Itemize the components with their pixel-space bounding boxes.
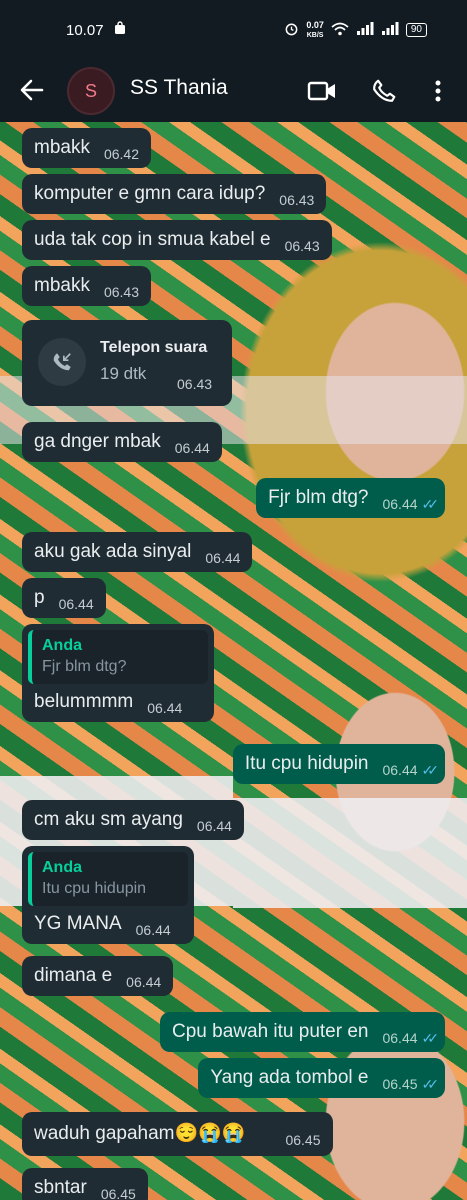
video-call-icon[interactable] (305, 74, 339, 108)
quote-text: Itu cpu hidupin (42, 880, 147, 897)
message-outgoing[interactable]: Cpu bawah itu puter en 06.44 ✓✓ (160, 1012, 445, 1052)
message-incoming[interactable]: mbakk 06.42 (22, 128, 152, 168)
read-ticks-icon: ✓✓ (421, 1076, 440, 1092)
message-incoming[interactable]: aku gak ada sinyal 06.44 (22, 532, 253, 572)
chat-header: S SS Thania (0, 60, 467, 122)
missed-call-icon (38, 338, 86, 386)
quoted-message[interactable]: Anda Fjr blm dtg? (28, 630, 208, 684)
message-outgoing[interactable]: Yang ada tombol e 06.45 ✓✓ (198, 1058, 445, 1098)
reply-message[interactable]: Anda Fjr blm dtg? belummmm 06.44 (22, 624, 214, 722)
message-incoming[interactable]: p 06.44 (22, 578, 106, 618)
call-duration: 19 dtk (100, 364, 147, 383)
wifi-icon (331, 22, 349, 39)
read-ticks-icon: ✓✓ (421, 1030, 440, 1046)
more-options-icon[interactable] (421, 74, 455, 108)
back-arrow-icon[interactable] (18, 76, 46, 104)
read-ticks-icon: ✓✓ (421, 496, 440, 512)
battery-indicator: 90 (405, 23, 427, 37)
message-incoming[interactable]: komputer e gmn cara idup? 06.43 (22, 174, 327, 214)
status-bar: 10.07 0.07 KB/S 90 (0, 0, 467, 60)
signal-icon-2 (381, 22, 399, 38)
message-incoming[interactable]: uda tak cop in smua kabel e 06.43 (22, 220, 332, 260)
message-outgoing[interactable]: Itu cpu hidupin 06.44 ✓✓ (232, 744, 445, 784)
quote-text: Fjr blm dtg? (42, 658, 127, 675)
wallpaper-band (233, 798, 467, 908)
voice-call-message[interactable]: Telepon suara 19 dtk 06.43 (22, 320, 232, 406)
message-incoming[interactable]: dimana e 06.44 (22, 956, 174, 996)
phone-call-icon[interactable] (367, 74, 401, 108)
call-title: Telepon suara (100, 339, 208, 356)
alarm-icon (284, 21, 299, 39)
status-time: 10.07 (66, 21, 104, 39)
quoted-message[interactable]: Anda Itu cpu hidupin (28, 852, 188, 906)
message-incoming[interactable]: waduh gapaham😌😭😭 06.45 (22, 1112, 333, 1156)
quote-author: Anda (42, 859, 82, 876)
network-speed: 0.07 KB/S (306, 19, 324, 39)
chat-area[interactable]: mbakk 06.42 komputer e gmn cara idup? 06.4… (0, 122, 467, 1200)
shopping-bag-icon (114, 21, 126, 39)
contact-name[interactable]: SS Thania (130, 76, 228, 100)
quote-author: Anda (42, 637, 82, 654)
message-incoming[interactable]: mbakk 06.43 (22, 266, 152, 306)
message-incoming[interactable]: cm aku sm ayang 06.44 (22, 800, 244, 840)
message-outgoing[interactable]: Fjr blm dtg? 06.44 ✓✓ (256, 478, 445, 518)
message-time: 06.43 (177, 376, 213, 392)
signal-icon (356, 22, 374, 38)
read-ticks-icon: ✓✓ (421, 762, 440, 778)
message-incoming[interactable]: ga dnger mbak 06.44 (22, 422, 222, 462)
avatar[interactable]: S (67, 67, 115, 115)
message-incoming[interactable]: sbntar 06.45 (22, 1168, 148, 1200)
reply-message[interactable]: Anda Itu cpu hidupin YG MANA 06.44 (22, 846, 194, 944)
